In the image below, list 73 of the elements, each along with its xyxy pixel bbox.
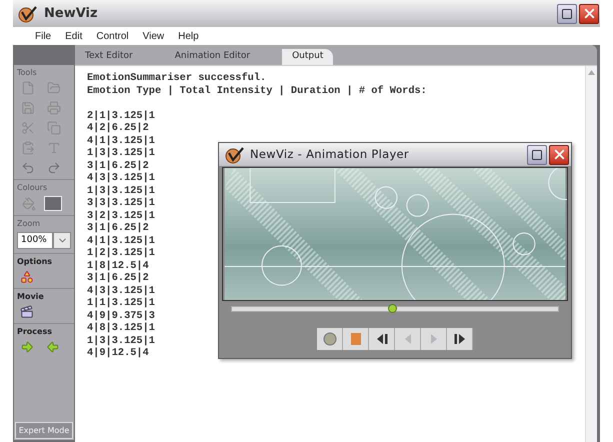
output-line: 4|1|3.125|1 <box>87 134 155 147</box>
maximize-button[interactable] <box>557 4 577 24</box>
section-title: Tools <box>17 68 38 78</box>
step-forward-icon <box>452 331 468 347</box>
maximize-button[interactable] <box>527 144 547 164</box>
menu-item[interactable]: Help <box>178 28 199 44</box>
new-file-icon[interactable] <box>21 81 35 95</box>
output-line: 3|2|3.125|1 <box>87 210 155 222</box>
menu-item[interactable]: Edit <box>65 28 82 44</box>
undo-icon[interactable] <box>21 161 35 175</box>
output-line: 4|3|3.125|1 <box>87 172 155 184</box>
close-button[interactable] <box>549 144 569 164</box>
menu-item[interactable]: Control <box>96 28 129 44</box>
output-header-line: EmotionSummariser successful. <box>87 72 266 84</box>
logo-icon <box>18 4 38 22</box>
scrollbar[interactable] <box>585 66 597 442</box>
paint-bucket-icon[interactable] <box>22 196 36 210</box>
arrow-right-icon[interactable] <box>20 340 34 354</box>
section-title: Options <box>17 257 54 267</box>
menu-item[interactable]: File <box>35 28 52 44</box>
dropdown-button[interactable] <box>53 232 71 249</box>
section-title: Colours <box>17 183 48 193</box>
step-back-button[interactable] <box>369 328 395 350</box>
output-line: 3|1|6.25|2 <box>87 222 149 234</box>
paste-icon[interactable] <box>21 141 35 155</box>
timeline-thumb[interactable] <box>388 304 397 313</box>
output-line: 4|3|3.125|1 <box>87 284 155 297</box>
section-title: Movie <box>17 292 45 302</box>
output-line: 4|8|3.125|1 <box>87 322 155 334</box>
record-button[interactable] <box>317 328 343 350</box>
output-line: 3|3|3.125|1 <box>87 197 155 210</box>
section-title: Zoom <box>17 219 42 229</box>
output-line: 2|1|3.125|1 <box>87 110 155 122</box>
output-line: 3|1|6.25|2 <box>87 160 149 172</box>
output-line: 1|1|3.125|1 <box>87 297 155 310</box>
clapperboard-icon[interactable] <box>20 305 34 319</box>
arrow-left-icon[interactable] <box>46 340 60 354</box>
output-line: 4|9|9.375|3 <box>87 310 155 322</box>
timeline-track[interactable] <box>231 306 559 312</box>
close-button[interactable] <box>579 4 599 24</box>
tab[interactable]: Animation Editor <box>164 49 260 65</box>
save-icon[interactable] <box>21 101 35 115</box>
maximize-icon <box>531 148 543 160</box>
record-icon <box>322 331 338 347</box>
output-header-line: Emotion Type | Total Intensity | Duration | # of Words: <box>87 84 427 97</box>
output-line: 1|3|3.125|1 <box>87 147 155 160</box>
output-line: 1|2|3.125|1 <box>87 247 155 260</box>
output-line: 1|8|12.5|4 <box>87 260 149 272</box>
redo-icon[interactable] <box>47 161 61 175</box>
tab[interactable]: Text Editor <box>75 49 143 65</box>
window-title: NewViz <box>44 4 99 23</box>
copy-icon[interactable] <box>47 121 61 135</box>
step-forward-button[interactable] <box>447 328 473 350</box>
section-title: Process <box>17 327 53 337</box>
logo-icon <box>225 146 245 164</box>
zoom-field[interactable]: 100% <box>17 232 53 249</box>
text-icon[interactable] <box>47 141 61 155</box>
scissors-icon[interactable] <box>21 121 35 135</box>
output-line: 1|3|3.125|1 <box>87 334 155 347</box>
maximize-icon <box>561 8 573 20</box>
print-icon[interactable] <box>47 101 61 115</box>
output-line: 4|1|3.125|1 <box>87 234 155 247</box>
output-line: 4|2|6.25|2 <box>87 122 149 134</box>
colour-swatch[interactable] <box>44 196 62 211</box>
output-line: 1|3|3.125|1 <box>87 184 155 197</box>
player-title: NewViz - Animation Player <box>250 146 410 163</box>
menu-item[interactable]: View <box>142 28 164 44</box>
output-line: 4|9|12.5|4 <box>87 347 149 360</box>
output-line: 3|1|6.25|2 <box>87 272 149 284</box>
shapes-icon[interactable] <box>20 270 34 284</box>
open-folder-icon[interactable] <box>47 81 61 95</box>
tab[interactable]: Output <box>282 49 334 65</box>
scroll-up-icon[interactable] <box>588 70 595 75</box>
